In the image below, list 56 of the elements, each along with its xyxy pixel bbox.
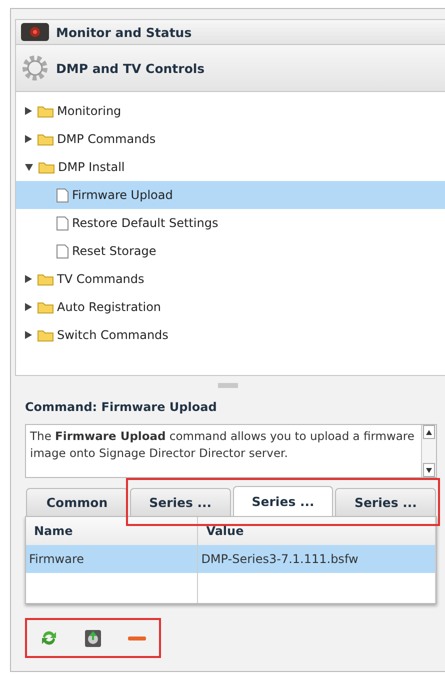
folder-icon (37, 328, 54, 342)
tree-item[interactable]: TV Commands (16, 265, 445, 293)
gear-icon (20, 53, 50, 83)
tree-label: Auto Registration (57, 300, 162, 314)
tree-item[interactable]: Switch Commands (16, 321, 445, 349)
tree-label: Firmware Upload (72, 188, 173, 202)
upload-icon (83, 628, 103, 648)
scrollbar[interactable] (421, 425, 436, 477)
tree-label: DMP Install (58, 160, 125, 174)
expanded-arrow-icon[interactable] (25, 164, 33, 170)
table-cell[interactable]: DMP-Series3-7.1.111.bsfw (198, 545, 436, 573)
folder-icon (37, 272, 54, 286)
tree-label: Restore Default Settings (72, 216, 218, 230)
file-icon (56, 188, 69, 202)
accordion-title: DMP and TV Controls (56, 60, 205, 76)
tree-label: Reset Storage (72, 244, 156, 258)
tab[interactable]: Series ... (130, 488, 231, 516)
collapsed-arrow-icon[interactable] (25, 331, 32, 339)
tree-label: DMP Commands (57, 132, 156, 146)
tree-label: Switch Commands (57, 328, 168, 342)
folder-icon (37, 104, 54, 118)
tab[interactable]: Common (26, 488, 128, 516)
tree-item[interactable]: Monitoring (16, 97, 445, 125)
folder-icon (37, 300, 54, 314)
table-cell[interactable]: Firmware (26, 545, 198, 573)
column-header[interactable]: Value (198, 517, 436, 545)
collapsed-arrow-icon[interactable] (25, 303, 32, 311)
remove-icon (128, 636, 146, 640)
folder-icon (38, 160, 55, 174)
accordion-title: Monitor and Status (56, 24, 192, 40)
upload-button[interactable] (83, 628, 103, 648)
tree-item[interactable]: Auto Registration (16, 293, 445, 321)
accordion-header[interactable]: DMP and TV Controls (16, 45, 445, 92)
tree-label: TV Commands (57, 272, 144, 286)
collapsed-arrow-icon[interactable] (25, 275, 32, 283)
tree-item[interactable]: DMP Install (16, 153, 445, 181)
camera-icon (20, 22, 50, 42)
description-text: The Firmware Upload command allows you to upload a firmware image onto Signage Director Director server. (29, 428, 416, 462)
tree-item[interactable]: Reset Storage (16, 237, 445, 265)
file-icon (56, 216, 69, 230)
collapsed-arrow-icon[interactable] (25, 107, 32, 115)
accordion-header[interactable]: Monitor and Status (16, 20, 445, 45)
file-icon (56, 244, 69, 258)
collapsed-arrow-icon[interactable] (25, 135, 32, 143)
splitter-handle[interactable] (218, 382, 238, 388)
folder-icon (37, 132, 54, 146)
tree-item[interactable]: Restore Default Settings (16, 209, 445, 237)
tab[interactable]: Series ... (232, 486, 334, 516)
tree-item[interactable]: DMP Commands (16, 125, 445, 153)
column-header[interactable]: Name (26, 517, 198, 545)
tree-label: Monitoring (57, 104, 122, 118)
tree-item[interactable]: Firmware Upload (16, 181, 445, 209)
scroll-up-icon (426, 430, 432, 434)
tab[interactable]: Series ... (335, 488, 436, 516)
scroll-down-icon (426, 468, 432, 472)
command-title: Command: Firmware Upload (25, 400, 218, 414)
